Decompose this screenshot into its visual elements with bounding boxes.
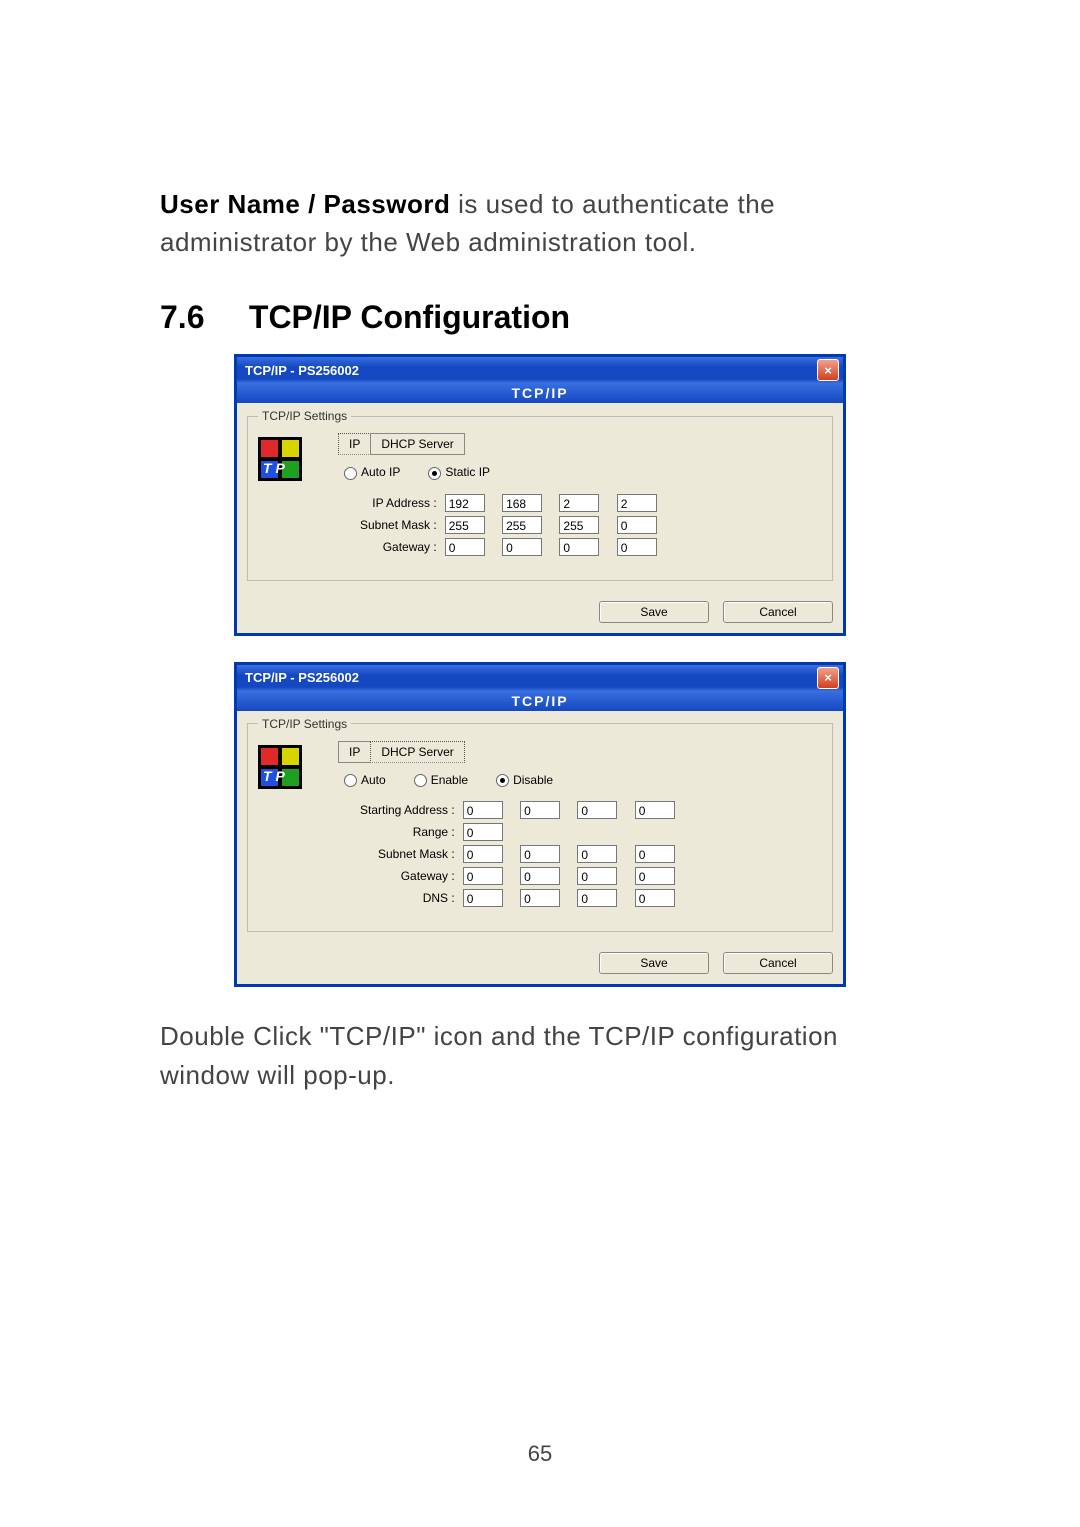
dns-octet[interactable]: 0 xyxy=(577,889,617,907)
section-number: 7.6 xyxy=(160,299,240,336)
radio-enable[interactable]: Enable xyxy=(414,773,468,787)
save-button[interactable]: Save xyxy=(599,601,709,623)
range-input[interactable]: 0 xyxy=(463,823,503,841)
gateway-octet[interactable]: 0 xyxy=(463,867,503,885)
ip-address-octet[interactable]: 168 xyxy=(502,494,542,512)
gateway-label: Gateway : xyxy=(360,538,443,556)
starting-address-octet[interactable]: 0 xyxy=(577,801,617,819)
tcpip-dialog-ip: TCP/IP - PS256002 × TCP/IP TCP/IP Settin… xyxy=(234,354,846,635)
radio-auto-ip[interactable]: Auto IP xyxy=(344,465,400,479)
tab-ip[interactable]: IP xyxy=(338,741,371,763)
tcpip-dialog-dhcp: TCP/IP - PS256002 × TCP/IP TCP/IP Settin… xyxy=(234,662,846,987)
starting-address-label: Starting Address : xyxy=(360,801,461,819)
tab-dhcp-server[interactable]: DHCP Server xyxy=(370,741,464,763)
subnet-mask-label: Subnet Mask : xyxy=(360,516,443,534)
subnet-mask-octet[interactable]: 0 xyxy=(617,516,657,534)
starting-address-octet[interactable]: 0 xyxy=(635,801,675,819)
dns-label: DNS : xyxy=(360,889,461,907)
radio-auto[interactable]: Auto xyxy=(344,773,386,787)
cancel-button[interactable]: Cancel xyxy=(723,601,833,623)
subnet-mask-octet[interactable]: 0 xyxy=(463,845,503,863)
tab-ip[interactable]: IP xyxy=(338,433,371,455)
ip-fields: IP Address : 192 168 2 2 Subne xyxy=(358,490,673,560)
cancel-button[interactable]: Cancel xyxy=(723,952,833,974)
window-title: TCP/IP - PS256002 xyxy=(245,670,359,685)
subnet-mask-octet[interactable]: 255 xyxy=(502,516,542,534)
tab-strip: IP DHCP Server xyxy=(338,433,822,455)
dns-octet[interactable]: 0 xyxy=(463,889,503,907)
radio-disable[interactable]: Disable xyxy=(496,773,553,787)
tcpip-icon: T P xyxy=(258,745,302,789)
dns-octet[interactable]: 0 xyxy=(520,889,560,907)
titlebar: TCP/IP - PS256002 × xyxy=(237,357,843,383)
gateway-label: Gateway : xyxy=(360,867,461,885)
subnet-mask-octet[interactable]: 255 xyxy=(445,516,485,534)
tcpip-settings-fieldset: TCP/IP Settings T P IP DHCP Server xyxy=(247,717,833,932)
fieldset-legend: TCP/IP Settings xyxy=(258,717,351,731)
gateway-octet[interactable]: 0 xyxy=(635,867,675,885)
window-title: TCP/IP - PS256002 xyxy=(245,363,359,378)
dhcp-mode-radios: Auto Enable Disable xyxy=(344,773,822,787)
ip-address-octet[interactable]: 2 xyxy=(617,494,657,512)
tab-dhcp-server[interactable]: DHCP Server xyxy=(370,433,464,455)
close-icon[interactable]: × xyxy=(817,359,839,381)
gateway-octet[interactable]: 0 xyxy=(577,867,617,885)
subnet-mask-label: Subnet Mask : xyxy=(360,845,461,863)
section-heading: 7.6 TCP/IP Configuration xyxy=(160,299,920,336)
tcpip-settings-fieldset: TCP/IP Settings T P IP DHCP Server xyxy=(247,409,833,580)
range-label: Range : xyxy=(360,823,461,841)
dialog-header: TCP/IP xyxy=(237,383,843,403)
subnet-mask-octet[interactable]: 0 xyxy=(577,845,617,863)
page-number: 65 xyxy=(0,1441,1080,1467)
gateway-octet[interactable]: 0 xyxy=(617,538,657,556)
subnet-mask-octet[interactable]: 0 xyxy=(520,845,560,863)
gateway-octet[interactable]: 0 xyxy=(559,538,599,556)
intro-bold: User Name / Password xyxy=(160,189,450,219)
section-title: TCP/IP Configuration xyxy=(249,299,570,335)
tab-strip: IP DHCP Server xyxy=(338,741,822,763)
starting-address-octet[interactable]: 0 xyxy=(520,801,560,819)
ip-mode-radios: Auto IP Static IP xyxy=(344,465,822,479)
save-button[interactable]: Save xyxy=(599,952,709,974)
ip-address-octet[interactable]: 192 xyxy=(445,494,485,512)
intro-paragraph: User Name / Password is used to authenti… xyxy=(160,186,920,261)
gateway-octet[interactable]: 0 xyxy=(502,538,542,556)
fieldset-legend: TCP/IP Settings xyxy=(258,409,351,423)
outro-paragraph: Double Click "TCP/IP" icon and the TCP/I… xyxy=(160,1017,920,1095)
gateway-octet[interactable]: 0 xyxy=(520,867,560,885)
ip-address-label: IP Address : xyxy=(360,494,443,512)
radio-static-ip[interactable]: Static IP xyxy=(428,465,490,479)
subnet-mask-octet[interactable]: 255 xyxy=(559,516,599,534)
dhcp-fields: Starting Address : 0 0 0 0 Ran xyxy=(358,797,691,911)
ip-address-octet[interactable]: 2 xyxy=(559,494,599,512)
subnet-mask-octet[interactable]: 0 xyxy=(635,845,675,863)
close-icon[interactable]: × xyxy=(817,667,839,689)
starting-address-octet[interactable]: 0 xyxy=(463,801,503,819)
tcpip-icon: T P xyxy=(258,437,302,481)
dns-octet[interactable]: 0 xyxy=(635,889,675,907)
gateway-octet[interactable]: 0 xyxy=(445,538,485,556)
titlebar: TCP/IP - PS256002 × xyxy=(237,665,843,691)
dialog-header: TCP/IP xyxy=(237,691,843,711)
